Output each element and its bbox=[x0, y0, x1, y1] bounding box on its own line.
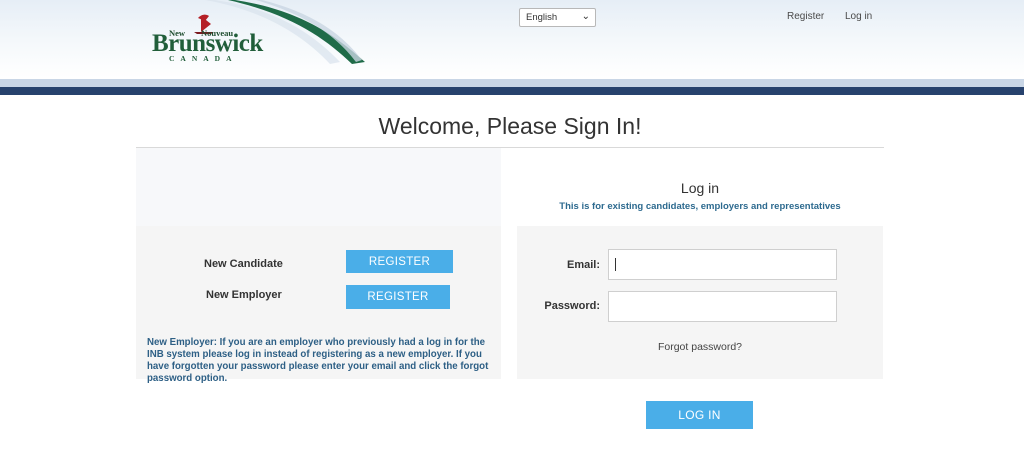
login-subtitle: This is for existing candidates, employe… bbox=[559, 201, 841, 212]
page-title: Welcome, Please Sign In! bbox=[378, 113, 642, 139]
email-field[interactable] bbox=[608, 249, 837, 280]
header-login-link[interactable]: Log in bbox=[845, 11, 872, 22]
new-employer-label: New Employer bbox=[206, 289, 282, 301]
login-heading: Log in bbox=[680, 180, 720, 196]
register-candidate-button[interactable]: REGISTER bbox=[346, 250, 453, 273]
email-label: Email: bbox=[566, 259, 600, 271]
language-select[interactable]: English ⌄ bbox=[519, 8, 596, 27]
forgot-password-link[interactable]: Forgot password? bbox=[517, 341, 883, 353]
register-panel-header bbox=[136, 148, 501, 226]
new-candidate-label: New Candidate bbox=[204, 258, 283, 270]
new-brunswick-logo[interactable]: New Nouveau Brunswick CANADA bbox=[150, 12, 270, 66]
header-band-dark bbox=[0, 87, 1024, 95]
text-cursor bbox=[615, 258, 616, 271]
register-employer-button[interactable]: REGISTER bbox=[346, 285, 450, 309]
password-label: Password: bbox=[544, 300, 600, 312]
chevron-down-icon: ⌄ bbox=[581, 11, 590, 22]
login-button[interactable]: LOG IN bbox=[646, 401, 753, 429]
header-register-link[interactable]: Register bbox=[787, 11, 824, 22]
header-band-light bbox=[0, 79, 1024, 87]
language-selected-value: English bbox=[526, 12, 558, 23]
logo-text-brunswick: Brunswick bbox=[152, 30, 263, 57]
password-field[interactable] bbox=[608, 291, 837, 322]
employer-note: New Employer: If you are an employer who… bbox=[147, 337, 489, 384]
logo-text-canada: CANADA bbox=[169, 54, 238, 63]
